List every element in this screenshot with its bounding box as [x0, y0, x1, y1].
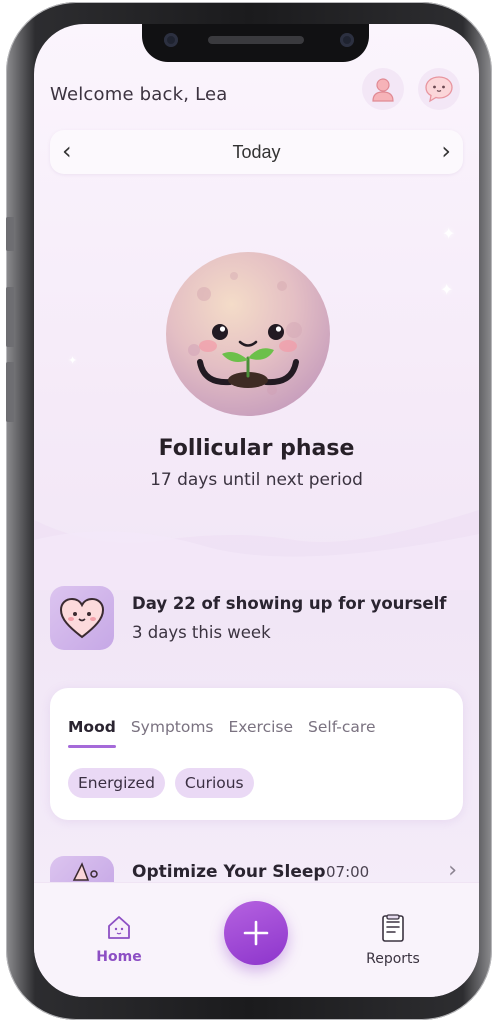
- moon-mascot-illustration: [164, 250, 332, 418]
- welcome-text: Welcome back, Lea: [50, 84, 228, 105]
- profile-button[interactable]: [362, 68, 404, 110]
- phase-title: Follicular phase: [158, 436, 355, 461]
- bottom-navigation: Home Reports: [34, 882, 479, 997]
- speaker-grille: [208, 36, 304, 44]
- reminder-title: Optimize Your Sleep: [132, 862, 326, 882]
- chip-energized[interactable]: Energized: [68, 768, 165, 798]
- sensor: [164, 33, 178, 47]
- phase-subtitle: 17 days until next period: [150, 470, 363, 490]
- streak-subtitle: 3 days this week: [132, 623, 271, 642]
- streak-title: Day 22 of showing up for yourself: [132, 594, 447, 613]
- front-camera: [340, 33, 354, 47]
- wave-divider: [34, 510, 479, 590]
- mood-chips: Energized Curious: [68, 768, 254, 798]
- nav-home[interactable]: Home: [79, 913, 159, 965]
- tab-self-care[interactable]: Self-care: [308, 718, 375, 748]
- user-icon: [372, 78, 394, 102]
- mute-switch: [6, 217, 14, 251]
- sparkle-icon: ✦: [440, 280, 454, 299]
- app-screen: Welcome back, Lea ‹ Today › ✦ ✦ ✦ Follic…: [34, 24, 479, 997]
- plus-icon: [243, 920, 269, 946]
- chip-curious[interactable]: Curious: [174, 768, 254, 798]
- notch: [142, 24, 369, 62]
- volume-up-button: [6, 287, 14, 347]
- add-entry-button[interactable]: [224, 901, 288, 965]
- streak-badge: [50, 586, 114, 650]
- log-tabs: Mood Symptoms Exercise Self-care: [68, 718, 376, 748]
- chevron-right-icon: ›: [448, 858, 457, 883]
- tab-exercise[interactable]: Exercise: [229, 718, 294, 748]
- tab-mood[interactable]: Mood: [68, 718, 116, 748]
- home-icon: [108, 916, 130, 939]
- phone-frame: Welcome back, Lea ‹ Today › ✦ ✦ ✦ Follic…: [6, 2, 492, 1020]
- daily-log-card: Mood Symptoms Exercise Self-care Energiz…: [50, 688, 463, 820]
- date-selector: ‹ Today ›: [50, 130, 463, 174]
- chat-button[interactable]: [418, 68, 460, 110]
- heart-face-icon: [59, 597, 105, 639]
- nav-reports-label: Reports: [366, 951, 420, 967]
- sparkle-icon: ✦: [68, 354, 78, 367]
- report-document-icon: [382, 914, 404, 942]
- nav-reports[interactable]: Reports: [353, 913, 433, 967]
- chevron-left-icon[interactable]: ‹: [62, 139, 72, 163]
- tab-symptoms[interactable]: Symptoms: [131, 718, 214, 748]
- volume-down-button: [6, 362, 14, 422]
- chevron-right-icon[interactable]: ›: [441, 139, 451, 163]
- nav-home-label: Home: [96, 949, 142, 965]
- chat-bubble-icon: [425, 76, 453, 103]
- sparkle-icon: ✦: [442, 224, 456, 243]
- reminder-time: 07:00: [326, 863, 370, 881]
- date-label[interactable]: Today: [232, 142, 280, 163]
